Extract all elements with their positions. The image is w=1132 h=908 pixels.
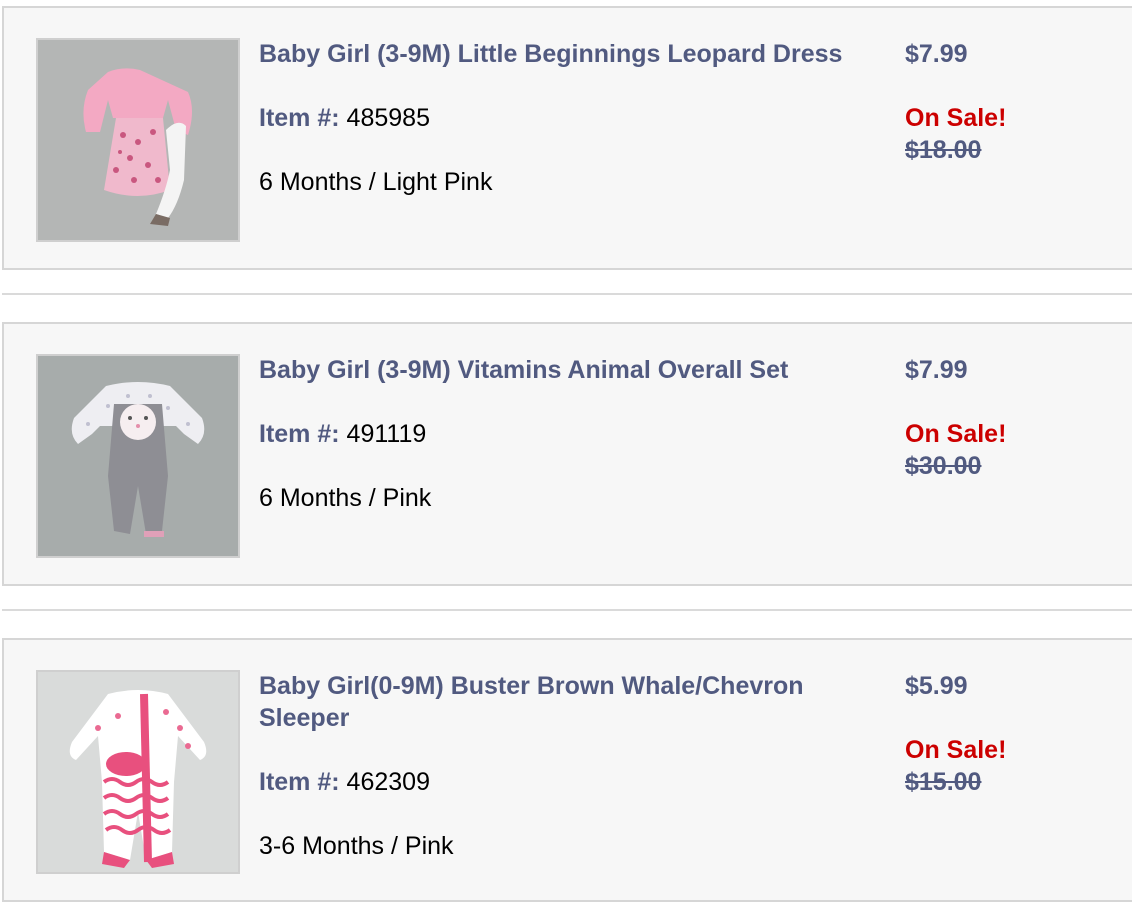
on-sale-label: On Sale! <box>905 420 1007 448</box>
item-number: Item #: 485985 <box>259 102 430 134</box>
variant-text: 3-6 Months / Pink <box>259 832 454 860</box>
divider <box>2 609 1132 611</box>
cart-item: Baby Girl (3-9M) Little Beginnings Leopa… <box>2 6 1132 270</box>
item-number-value: 491119 <box>346 420 427 448</box>
on-sale-label: On Sale! <box>905 736 1007 764</box>
product-title-link[interactable]: Baby Girl (3-9M) Little Beginnings Leopa… <box>259 38 879 70</box>
leopard-dress-image <box>38 40 238 240</box>
item-number: Item #: 491119 <box>259 418 426 450</box>
original-price: $30.00 <box>905 452 982 480</box>
product-image[interactable] <box>36 670 240 874</box>
product-image[interactable] <box>36 38 240 242</box>
product-image[interactable] <box>36 354 240 558</box>
original-price: $15.00 <box>905 768 982 796</box>
whale-chevron-sleeper-image <box>38 672 238 872</box>
cart-item: Baby Girl(0-9M) Buster Brown Whale/Chevr… <box>2 638 1132 902</box>
animal-overall-set-image <box>38 356 238 556</box>
on-sale-label: On Sale! <box>905 104 1007 132</box>
item-number-label: Item #: <box>259 104 340 132</box>
sale-price: $5.99 <box>905 672 968 700</box>
item-number: Item #: 462309 <box>259 766 430 798</box>
item-number-value: 462309 <box>346 768 430 796</box>
item-number-label: Item #: <box>259 420 340 448</box>
divider <box>2 293 1132 295</box>
product-title-link[interactable]: Baby Girl(0-9M) Buster Brown Whale/Chevr… <box>259 670 879 734</box>
product-title-link[interactable]: Baby Girl (3-9M) Vitamins Animal Overall… <box>259 354 879 386</box>
variant-text: 6 Months / Pink <box>259 484 432 512</box>
variant-text: 6 Months / Light Pink <box>259 168 493 196</box>
original-price: $18.00 <box>905 136 982 164</box>
sale-price: $7.99 <box>905 356 968 384</box>
item-number-label: Item #: <box>259 768 340 796</box>
sale-price: $7.99 <box>905 40 968 68</box>
item-number-value: 485985 <box>346 104 430 132</box>
cart-item: Baby Girl (3-9M) Vitamins Animal Overall… <box>2 322 1132 586</box>
